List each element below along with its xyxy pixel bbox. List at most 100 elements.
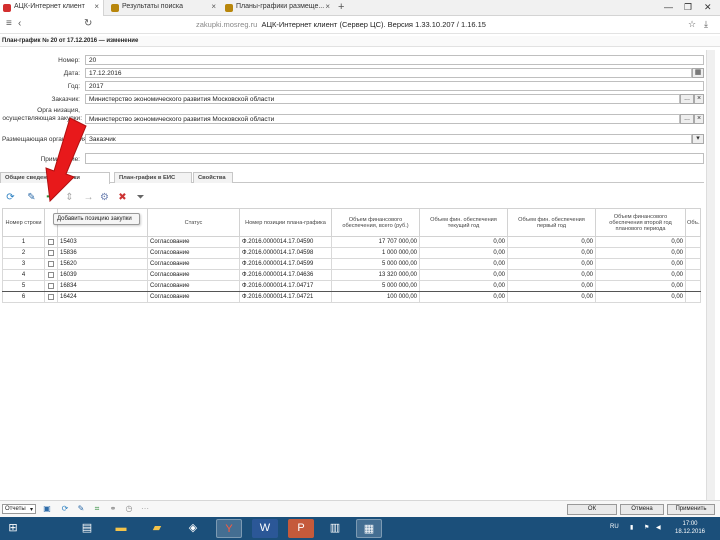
taskbar-powerpoint-icon[interactable]: P (288, 519, 314, 538)
cell-current-year: 0,00 (419, 280, 508, 292)
taskbar-app-icon[interactable]: ▦ (356, 519, 382, 538)
taskbar-app-icon[interactable]: ▤ (74, 519, 100, 538)
cell-current-year: 0,00 (419, 269, 508, 281)
browser-tab-ack[interactable]: АЦК-Интернет клиент × (0, 0, 104, 16)
tab-purchases[interactable]: Закупки (52, 172, 110, 184)
customer-clear-icon[interactable]: × (694, 94, 704, 104)
edit-icon[interactable]: ✎ (25, 191, 38, 204)
new-tab-icon[interactable]: + (338, 1, 344, 13)
reports-select[interactable]: Отчеты ▾ (2, 504, 36, 514)
row-checkbox[interactable] (44, 258, 58, 270)
taskbar-folder-icon[interactable]: ▰ (144, 519, 170, 538)
minimize-icon[interactable]: — (664, 2, 673, 12)
restore-icon[interactable]: ❐ (684, 2, 692, 13)
close-tab-icon[interactable]: × (94, 2, 99, 11)
date-field[interactable]: 17.12.2016 (85, 68, 692, 78)
reload-icon[interactable]: ↻ (84, 18, 92, 29)
url-field[interactable]: zakupki.mosreg.ru АЦК-Интернет клиент (С… (196, 20, 486, 29)
col-header-position[interactable]: Номер позиции плана-графика (239, 208, 332, 237)
tray-language[interactable]: RU (610, 524, 619, 530)
row-checkbox[interactable] (44, 269, 58, 281)
cell-first-year: 0,00 (507, 269, 596, 281)
row-checkbox[interactable] (44, 247, 58, 259)
settings-icon[interactable]: ⚙ (98, 191, 111, 204)
tab-general[interactable]: Общие сведения (0, 172, 54, 183)
table-row[interactable]: 2 15836 Согласование Ф.2016.0000014.17.0… (2, 247, 701, 259)
close-tab-icon[interactable]: × (211, 2, 216, 11)
org-clear-icon[interactable]: × (694, 114, 704, 124)
gerb-favicon-icon (225, 4, 233, 12)
history-icon[interactable]: ◷ (124, 504, 134, 514)
year-field[interactable]: 2017 (85, 81, 704, 91)
move-icon[interactable]: ⇕ (63, 191, 76, 204)
vertical-scrollbar[interactable] (706, 50, 715, 500)
tray-flag-icon[interactable]: ⚑ (644, 524, 649, 531)
table-row[interactable]: 4 16039 Согласование Ф.2016.0000014.17.0… (2, 269, 701, 281)
menu-icon[interactable]: ≡ (6, 18, 12, 29)
customer-lookup-button[interactable]: ... (680, 94, 694, 104)
cell-total: 5 000 000,00 (331, 280, 420, 292)
taskbar-app-icon[interactable]: ▥ (322, 519, 348, 538)
tray-network-icon[interactable]: ▮ (630, 524, 633, 531)
placer-select[interactable]: Заказчик (85, 134, 692, 144)
row-checkbox[interactable] (44, 280, 58, 292)
cell-first-year: 0,00 (507, 247, 596, 259)
taskbar-app-icon[interactable]: ◈ (180, 519, 206, 538)
back-icon[interactable]: ‹ (18, 18, 21, 29)
table-row[interactable]: 1 15403 Согласование Ф.2016.0000014.17.0… (2, 236, 701, 248)
start-button[interactable]: ⊞ (2, 519, 24, 538)
row-checkbox[interactable] (44, 236, 58, 248)
table-row-selected[interactable]: 5 16834 Согласование Ф.2016.0000014.17.0… (2, 280, 701, 292)
number-field[interactable]: 20 (85, 55, 704, 65)
org-field[interactable]: Министерство экономического развития Мос… (85, 114, 680, 124)
add-position-icon[interactable]: ✚ (44, 191, 57, 204)
apply-button[interactable]: Применить (667, 504, 715, 515)
tab-properties[interactable]: Свойства (193, 172, 233, 183)
taskbar-word-icon[interactable]: W (252, 519, 278, 538)
cell-status: Согласование (147, 280, 240, 292)
browser-tab-plan-schedules[interactable]: Планы-графики размеще... × (222, 0, 334, 16)
edit-icon[interactable]: ✎ (76, 504, 86, 514)
arrow-right-icon[interactable]: → (82, 191, 95, 204)
col-header-status[interactable]: Статус (147, 208, 240, 237)
col-header-more[interactable]: Объ... (685, 208, 701, 237)
browser-tab-label: АЦК-Интернет клиент (14, 3, 85, 10)
customer-field[interactable]: Министерство экономического развития Мос… (85, 94, 680, 104)
notes-field[interactable] (85, 153, 704, 164)
browser-tab-search-results[interactable]: Результаты поиска × (108, 0, 220, 16)
filter-icon[interactable]: ⏷ (134, 191, 147, 204)
cell-more (685, 247, 701, 259)
cell-status: Согласование (147, 236, 240, 248)
col-header-total[interactable]: Объем финансового обеспечения, всего (ру… (331, 208, 420, 237)
delete-icon[interactable]: ✖ (116, 191, 129, 204)
chevron-down-icon[interactable]: ▾ (692, 134, 704, 144)
col-header-second-year[interactable]: Объем финансового обеспечения второй год… (595, 208, 686, 237)
close-tab-icon[interactable]: × (325, 2, 330, 11)
col-header-row-number[interactable]: Номер строки (2, 208, 45, 237)
col-header-first-year[interactable]: Объем фин. обеспечения первый год (507, 208, 596, 237)
print-icon[interactable]: ▣ (42, 504, 52, 514)
bookmark-icon[interactable]: ☆ (688, 19, 696, 30)
taskbar-clock[interactable]: 17:00 18.12.2016 (668, 520, 712, 536)
tab-plan-eis[interactable]: План-график в ЕИС (114, 172, 192, 183)
col-header-current-year[interactable]: Объем фин. обеспечения текущий год (419, 208, 508, 237)
table-row[interactable]: 3 15620 Согласование Ф.2016.0000014.17.0… (2, 258, 701, 270)
download-icon[interactable]: ⤓ (704, 19, 708, 30)
refresh-icon[interactable]: ⟳ (60, 504, 70, 514)
row-checkbox[interactable] (44, 291, 58, 303)
taskbar-yandex-browser-icon[interactable]: Y (216, 519, 242, 538)
url-host: zakupki.mosreg.ru (196, 20, 258, 29)
taskbar-explorer-icon[interactable]: ▬ (108, 519, 134, 538)
table-row[interactable]: 6 16424 Согласование Ф.2016.0000014.17.0… (2, 291, 701, 303)
link-icon[interactable]: ⚭ (108, 504, 118, 514)
attach-icon[interactable]: ⌗ (92, 504, 102, 514)
cancel-button[interactable]: Отмена (620, 504, 664, 515)
cell-first-year: 0,00 (507, 280, 596, 292)
ok-button[interactable]: ОК (567, 504, 617, 515)
refresh-icon[interactable]: ⟳ (4, 191, 17, 204)
tray-volume-icon[interactable]: ◀ (656, 524, 661, 531)
org-lookup-button[interactable]: ... (680, 114, 694, 124)
more-icon[interactable]: ⋯ (140, 504, 150, 514)
calendar-icon[interactable]: ▦ (692, 68, 704, 78)
close-window-icon[interactable]: ✕ (704, 2, 712, 13)
